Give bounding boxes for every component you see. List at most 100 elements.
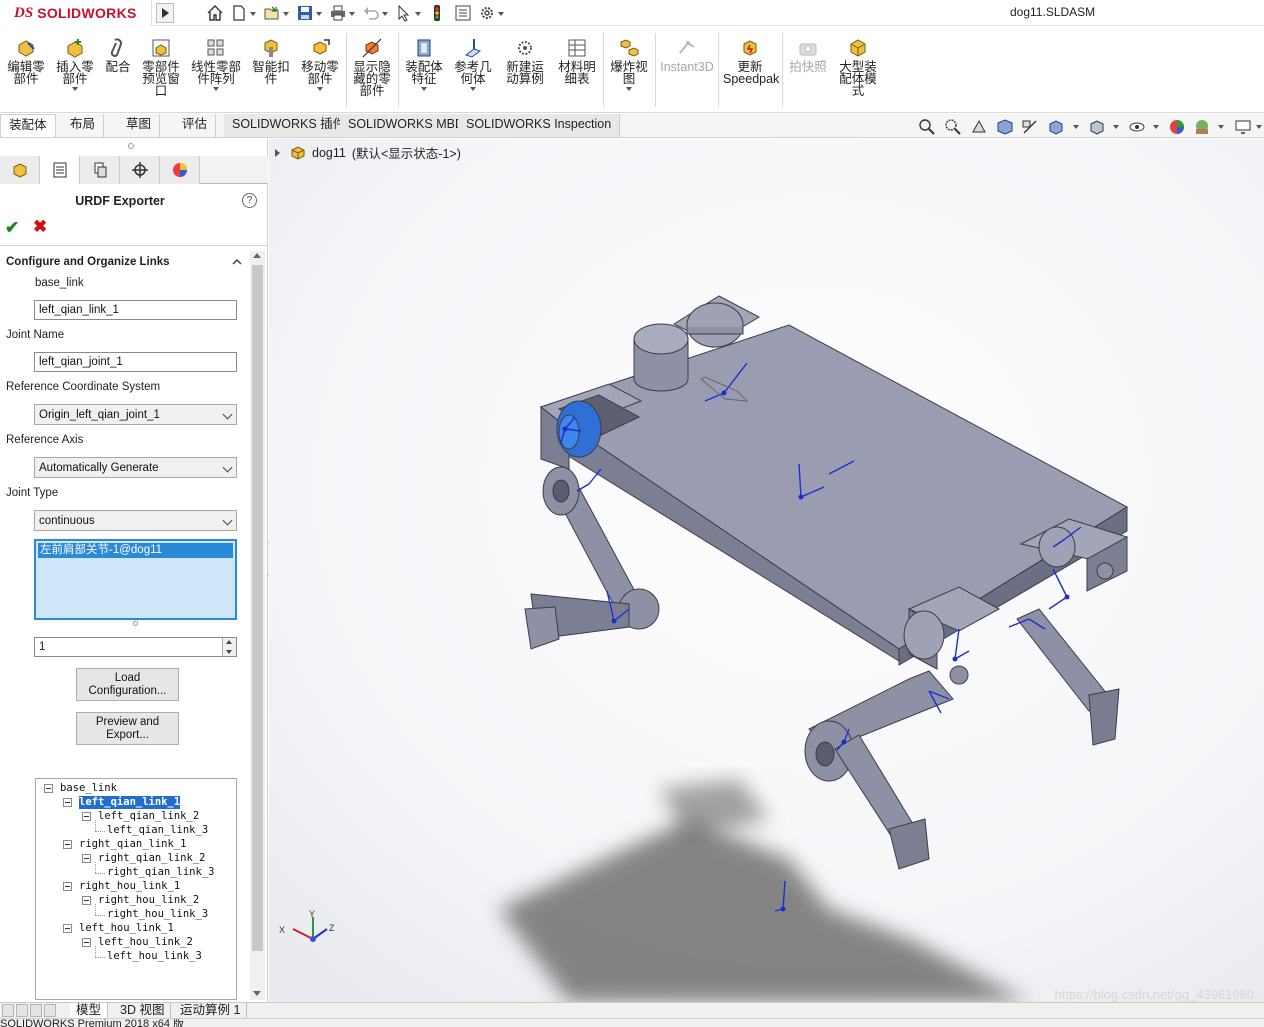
linear-pattern-button[interactable]: 线性零部 件阵列 [189, 37, 243, 91]
edit-component-button[interactable]: 编辑零 部件 [5, 37, 47, 85]
take-snapshot-button[interactable]: 拍快照 [787, 37, 829, 73]
home-icon[interactable] [206, 4, 224, 22]
tab-dimxpert-manager[interactable] [120, 156, 160, 184]
tree-collapse-icon[interactable] [82, 896, 91, 905]
dynamic-annotation-icon[interactable] [1021, 118, 1039, 135]
last-tab-nav-icon[interactable] [44, 1004, 56, 1017]
apply-scene-icon[interactable] [1193, 118, 1211, 135]
help-icon[interactable]: ? [242, 193, 257, 208]
exploded-view-dropdown-icon[interactable] [626, 87, 632, 91]
tree-collapse-icon[interactable] [63, 798, 72, 807]
joint-type-select[interactable]: continuous [34, 510, 237, 531]
tree-collapse-icon[interactable] [63, 924, 72, 933]
tree-collapse-icon[interactable] [63, 840, 72, 849]
move-component-button[interactable]: 移动零 部件 [299, 37, 341, 91]
mate-button[interactable]: 配合 [103, 37, 133, 73]
hide-show-items-icon[interactable] [1128, 118, 1146, 135]
link-name-input[interactable]: left_qian_link_1 [34, 300, 237, 320]
tree-node-link[interactable]: right_hou_link_3 [107, 908, 208, 921]
linear-pattern-dropdown-icon[interactable] [213, 87, 219, 91]
ok-checkmark-button[interactable]: ✔ [5, 218, 19, 238]
tab-model[interactable]: 模型 [70, 1003, 109, 1019]
view-settings-icon[interactable] [1234, 118, 1252, 135]
next-tab-nav-icon[interactable] [30, 1004, 42, 1017]
display-style-dropdown-icon[interactable] [1113, 125, 1119, 129]
select-dropdown-icon[interactable] [414, 4, 422, 22]
load-configuration-button[interactable]: Load Configuration... [76, 668, 179, 701]
solidworks-logo[interactable]: DS SOLIDWORKS [0, 0, 152, 26]
list-resize-grip-icon[interactable] [133, 621, 138, 626]
tab-layout[interactable]: 布局 [62, 114, 105, 137]
show-hidden-components-button[interactable]: 显示隐 藏的零 部件 [351, 37, 393, 97]
view-orientation-dropdown-icon[interactable] [1073, 125, 1079, 129]
tab-configuration-manager[interactable] [80, 156, 120, 184]
tab-sketch[interactable]: 草图 [118, 114, 161, 137]
apply-scene-dropdown-icon[interactable] [1218, 125, 1224, 129]
tree-collapse-icon[interactable] [82, 854, 91, 863]
update-speedpak-button[interactable]: 更新 Speedpak [723, 37, 779, 85]
panel-resize-grip-icon[interactable] [128, 143, 134, 149]
tree-collapse-icon[interactable] [44, 784, 53, 793]
options-dropdown-icon[interactable] [497, 4, 505, 22]
tab-solidworks-addins[interactable]: SOLIDWORKS 插件 [224, 114, 355, 137]
undo-dropdown-icon[interactable] [381, 4, 389, 22]
scroll-down-icon[interactable] [253, 991, 261, 996]
child-count-stepper[interactable]: 1 [34, 637, 237, 657]
tree-node-link[interactable]: base_link [60, 782, 117, 795]
first-tab-nav-icon[interactable] [2, 1004, 14, 1017]
tree-node-link[interactable]: right_qian_link_3 [107, 866, 214, 879]
open-file-icon[interactable] [263, 4, 281, 22]
tree-node-link[interactable]: right_qian_link_1 [79, 838, 186, 851]
display-style-icon[interactable] [1088, 118, 1106, 135]
tab-assembly[interactable]: 装配体 [0, 114, 56, 137]
collapse-chevron-up-icon[interactable] [232, 257, 242, 267]
top-cylinder[interactable] [633, 323, 689, 392]
menu-expand-arrow-icon[interactable] [156, 3, 174, 23]
component-preview-button[interactable]: 零部件 预览窗 口 [140, 37, 182, 97]
smart-fastener-button[interactable]: 智能扣 件 [250, 37, 292, 85]
previous-view-icon[interactable] [970, 118, 988, 135]
undo-icon[interactable] [362, 4, 380, 22]
scrollbar-thumb[interactable] [252, 265, 263, 951]
section-view-icon[interactable] [996, 118, 1014, 135]
large-assembly-mode-button[interactable]: 大型装 配体模 式 [836, 37, 880, 97]
bill-of-materials-button[interactable]: 材料明 细表 [555, 37, 599, 85]
scroll-up-icon[interactable] [253, 253, 261, 258]
preview-and-export-button[interactable]: Preview and Export... [76, 712, 179, 745]
tree-node-link[interactable]: left_hou_link_1 [79, 922, 174, 935]
options-gear-icon[interactable] [478, 4, 496, 22]
tree-node-link[interactable]: left_hou_link_3 [107, 950, 202, 963]
graphics-area[interactable]: X Y Z dog11 (默认<显示状态-1>) https://blog.cs… [269, 139, 1264, 1002]
tab-solidworks-mbd[interactable]: SOLIDWORKS MBD [340, 114, 473, 137]
expand-arrow-icon[interactable] [275, 148, 280, 157]
tree-node-link[interactable]: right_hou_link_2 [98, 894, 199, 907]
tab-feature-manager[interactable] [0, 156, 40, 184]
select-cursor-icon[interactable] [395, 4, 413, 22]
tree-node-link[interactable]: left_qian_link_2 [98, 810, 199, 823]
stepper-buttons[interactable] [222, 638, 236, 656]
exploded-view-button[interactable]: 爆炸视 图 [608, 37, 650, 91]
selected-components-list[interactable]: 左前肩部关节-1@dog11 [34, 539, 237, 620]
new-motion-study-button[interactable]: 新建运 动算例 [502, 37, 548, 85]
tree-node-link[interactable]: left_hou_link_2 [98, 936, 193, 949]
tree-collapse-icon[interactable] [82, 812, 91, 821]
previous-tab-nav-icon[interactable] [16, 1004, 28, 1017]
feature-tree-flyout[interactable]: dog11 (默认<显示状态-1>) [275, 143, 461, 162]
assembly-features-button[interactable]: 装配体 特征 [403, 37, 445, 91]
new-file-dropdown-icon[interactable] [249, 4, 257, 22]
file-properties-icon[interactable] [454, 4, 472, 22]
tree-collapse-icon[interactable] [63, 882, 72, 891]
reference-coordinate-select[interactable]: Origin_left_qian_joint_1 [34, 404, 237, 425]
tree-node-link[interactable]: right_hou_link_1 [79, 880, 180, 893]
view-orientation-icon[interactable] [1047, 118, 1065, 135]
zoom-to-fit-icon[interactable] [918, 118, 936, 135]
insert-component-dropdown-icon[interactable] [72, 87, 78, 91]
tab-motion-study-1[interactable]: 运动算例 1 [174, 1003, 248, 1019]
reference-geometry-dropdown-icon[interactable] [470, 87, 476, 91]
move-component-dropdown-icon[interactable] [317, 87, 323, 91]
reference-geometry-button[interactable]: 参考几 何体 [452, 37, 494, 91]
save-icon[interactable] [296, 4, 314, 22]
tree-node-link[interactable]: left_qian_link_1 [77, 795, 182, 810]
tab-evaluate[interactable]: 评估 [174, 114, 217, 137]
print-dropdown-icon[interactable] [348, 4, 356, 22]
